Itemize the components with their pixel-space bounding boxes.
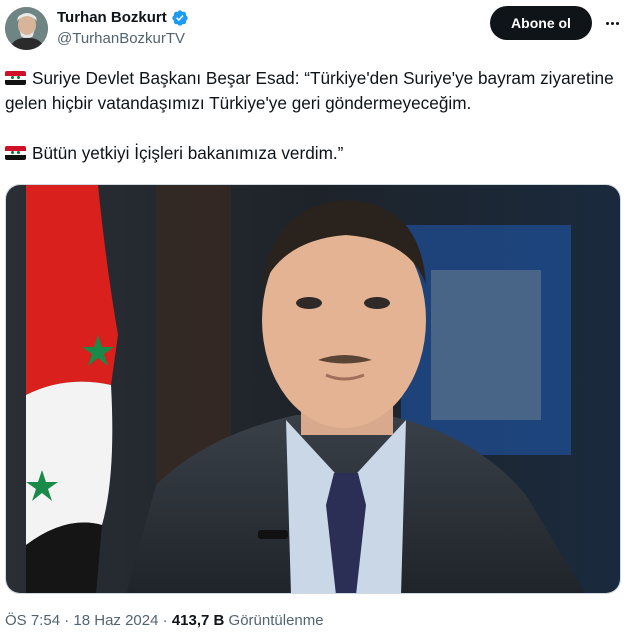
tweet-time[interactable]: ÖS 7:54: [5, 612, 60, 629]
portrait-photo: [6, 185, 620, 593]
tweet-paragraph-1: Suriye Devlet Başkanı Beşar Esad: “Türki…: [5, 66, 615, 116]
syria-flag-icon: [5, 146, 26, 160]
more-options-icon[interactable]: [601, 14, 623, 32]
syria-flag-icon: [5, 71, 26, 85]
more-dot: [615, 21, 619, 25]
tweet-meta: ÖS 7:54 · 18 Haz 2024 · 413,7 B Görüntül…: [5, 612, 324, 629]
tweet-media-image[interactable]: [5, 184, 621, 594]
tweet-paragraph-2: Bütün yetkiyi İçişleri bakanımıza verdim…: [5, 141, 615, 166]
views-label: Görüntülenme: [228, 612, 324, 629]
more-dot: [605, 21, 609, 25]
views-count: 413,7 B: [171, 612, 225, 629]
avatar[interactable]: [5, 7, 48, 50]
avatar-portrait-icon: [5, 7, 48, 50]
author-name-row[interactable]: Turhan Bozkurt: [57, 8, 189, 28]
author-handle[interactable]: @TurhanBozkurTV: [57, 30, 185, 47]
verified-badge-icon: [172, 10, 188, 26]
meta-separator: ·: [162, 612, 168, 629]
tweet-paragraph-1-text: Suriye Devlet Başkanı Beşar Esad: “Türki…: [5, 68, 614, 113]
author-display-name[interactable]: Turhan Bozkurt: [57, 8, 167, 28]
tweet-paragraph-2-text: Bütün yetkiyi İçişleri bakanımıza verdim…: [32, 143, 344, 163]
tweet-date[interactable]: 18 Haz 2024: [73, 612, 158, 629]
follow-button[interactable]: Abone ol: [490, 6, 592, 40]
meta-separator: ·: [64, 612, 70, 629]
more-dot: [610, 21, 614, 25]
tweet-text: Suriye Devlet Başkanı Beşar Esad: “Türki…: [5, 66, 615, 166]
